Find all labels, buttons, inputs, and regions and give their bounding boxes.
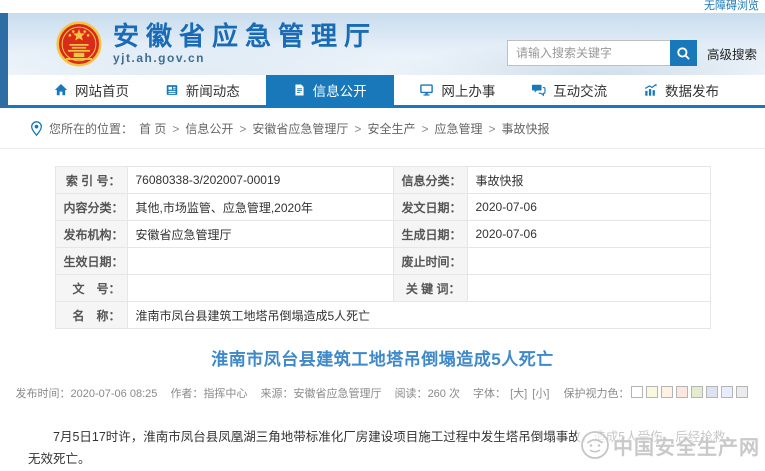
info-label: 发布机构： bbox=[55, 221, 127, 248]
font-smaller-button[interactable]: [小] bbox=[532, 388, 549, 400]
info-value: 淮南市凤台县建筑工地塔吊倒塌造成5人死亡 bbox=[127, 302, 710, 329]
info-label: 废止时间： bbox=[393, 248, 467, 275]
info-label: 文 号： bbox=[55, 275, 127, 302]
site-header: 安徽省应急管理厅 yjt.ah.gov.cn 高级搜索 bbox=[8, 13, 765, 75]
nav-item-online-services[interactable]: 网上办事 bbox=[409, 75, 505, 105]
info-label: 内容分类： bbox=[55, 194, 127, 221]
source: 来源：安徽省应急管理厅 bbox=[261, 388, 382, 400]
info-value: 2020-07-06 bbox=[467, 221, 710, 248]
table-row: 内容分类： 其他,市场监管、应急管理,2020年 发文日期： 2020-07-0… bbox=[55, 194, 710, 221]
eye-color-swatch[interactable] bbox=[646, 386, 658, 398]
publish-time: 发布时间：2020-07-06 08:25 bbox=[16, 388, 158, 400]
breadcrumb-accident-report[interactable]: 事故快报 bbox=[502, 120, 550, 137]
view-count: 阅读：260 次 bbox=[395, 388, 460, 400]
breadcrumb-emergency-mgmt[interactable]: 应急管理 bbox=[434, 120, 482, 137]
nav-item-news[interactable]: 新闻动态 bbox=[155, 75, 250, 105]
author: 作者：指挥中心 bbox=[170, 388, 247, 400]
table-row: 发布机构： 安徽省应急管理厅 生成日期： 2020-07-06 bbox=[55, 221, 710, 248]
nav-item-home[interactable]: 网站首页 bbox=[44, 75, 139, 105]
national-emblem-icon bbox=[56, 21, 102, 67]
breadcrumb-info-disclosure[interactable]: 信息公开 bbox=[185, 120, 233, 137]
nav-item-data-release[interactable]: 数据发布 bbox=[633, 75, 729, 105]
info-value bbox=[467, 275, 710, 302]
eye-color-swatch[interactable] bbox=[736, 386, 748, 398]
nav-item-interaction[interactable]: 互动交流 bbox=[521, 75, 617, 105]
info-label: 生效日期： bbox=[55, 248, 127, 275]
location-pin-icon bbox=[30, 121, 43, 136]
info-value: 事故快报 bbox=[467, 167, 710, 194]
breadcrumb-home[interactable]: 首 页 bbox=[139, 120, 166, 137]
main-nav: 网站首页 新闻动态 信息公开 网上办事 互动交流 数据发布 bbox=[8, 75, 765, 108]
info-label: 生成日期： bbox=[393, 221, 467, 248]
nav-item-label: 数据发布 bbox=[665, 80, 719, 100]
page-left-edge bbox=[0, 13, 8, 108]
info-label: 名 称： bbox=[55, 302, 127, 329]
info-value bbox=[467, 248, 710, 275]
breadcrumb-work-safety[interactable]: 安全生产 bbox=[367, 120, 415, 137]
search-button[interactable] bbox=[670, 40, 697, 66]
info-label: 发文日期： bbox=[393, 194, 467, 221]
accessibility-link[interactable]: 无障碍浏览 bbox=[704, 0, 759, 13]
site-url: yjt.ah.gov.cn bbox=[113, 51, 377, 65]
font-size-controls: 字体： [大] [小] bbox=[473, 388, 553, 400]
search-input[interactable] bbox=[507, 40, 670, 66]
table-row: 文 号： 关 键 词： bbox=[55, 275, 710, 302]
info-value: 76080338-3/202007-00019 bbox=[127, 167, 393, 194]
nav-item-label: 新闻动态 bbox=[186, 80, 240, 100]
info-value: 安徽省应急管理厅 bbox=[127, 221, 393, 248]
info-label: 索 引 号： bbox=[55, 167, 127, 194]
info-label: 关 键 词： bbox=[393, 275, 467, 302]
chat-icon bbox=[531, 83, 546, 97]
eye-color-swatch[interactable] bbox=[631, 386, 643, 398]
nav-item-label: 网站首页 bbox=[75, 80, 129, 100]
advanced-search-link[interactable]: 高级搜索 bbox=[707, 44, 757, 63]
news-icon bbox=[165, 83, 179, 97]
eye-color-swatches bbox=[629, 388, 749, 400]
font-larger-button[interactable]: [大] bbox=[510, 388, 527, 400]
table-row: 生效日期： 废止时间： bbox=[55, 248, 710, 275]
article-meta: 发布时间：2020-07-06 08:25 作者：指挥中心 来源：安徽省应急管理… bbox=[0, 385, 765, 401]
info-value bbox=[127, 275, 393, 302]
eye-protection-colors: 保护视力色： bbox=[563, 388, 749, 400]
article-body-paragraph: 7月5日17时许，淮南市凤台县凤凰湖三角地带标准化厂房建设项目施工过程中发生塔吊… bbox=[28, 427, 737, 471]
document-info-table: 索 引 号： 76080338-3/202007-00019 信息分类： 事故快… bbox=[55, 166, 711, 329]
site-title: 安徽省应急管理厅 bbox=[113, 23, 377, 50]
monitor-icon bbox=[419, 83, 434, 97]
search-icon bbox=[676, 46, 691, 61]
article-title: 淮南市凤台县建筑工地塔吊倒塌造成5人死亡 bbox=[20, 345, 745, 370]
nav-item-label: 网上办事 bbox=[441, 80, 495, 100]
eye-color-swatch[interactable] bbox=[721, 386, 733, 398]
header-search: 高级搜索 bbox=[507, 40, 757, 66]
home-icon bbox=[54, 83, 68, 97]
info-value: 其他,市场监管、应急管理,2020年 bbox=[127, 194, 393, 221]
breadcrumb-department[interactable]: 安徽省应急管理厅 bbox=[252, 120, 348, 137]
table-row: 索 引 号： 76080338-3/202007-00019 信息分类： 事故快… bbox=[55, 167, 710, 194]
eye-color-swatch[interactable] bbox=[691, 386, 703, 398]
eye-color-swatch[interactable] bbox=[676, 386, 688, 398]
nav-item-label: 互动交流 bbox=[553, 80, 607, 100]
nav-item-info-disclosure[interactable]: 信息公开 bbox=[266, 75, 394, 105]
info-label: 信息分类： bbox=[393, 167, 467, 194]
table-row: 名 称： 淮南市凤台县建筑工地塔吊倒塌造成5人死亡 bbox=[55, 302, 710, 329]
eye-color-swatch[interactable] bbox=[661, 386, 673, 398]
chart-icon bbox=[643, 83, 658, 97]
breadcrumb-prefix: 您所在的位置： bbox=[49, 120, 133, 137]
breadcrumb: 您所在的位置： 首 页 > 信息公开 > 安徽省应急管理厅 > 安全生产 > 应… bbox=[0, 108, 765, 149]
document-icon bbox=[293, 83, 306, 97]
nav-item-label: 信息公开 bbox=[313, 80, 367, 100]
info-value bbox=[127, 248, 393, 275]
info-value: 2020-07-06 bbox=[467, 194, 710, 221]
top-bar: 无障碍浏览 bbox=[0, 0, 765, 13]
eye-color-swatch[interactable] bbox=[706, 386, 718, 398]
site-logo-link[interactable]: 安徽省应急管理厅 yjt.ah.gov.cn bbox=[56, 21, 377, 67]
